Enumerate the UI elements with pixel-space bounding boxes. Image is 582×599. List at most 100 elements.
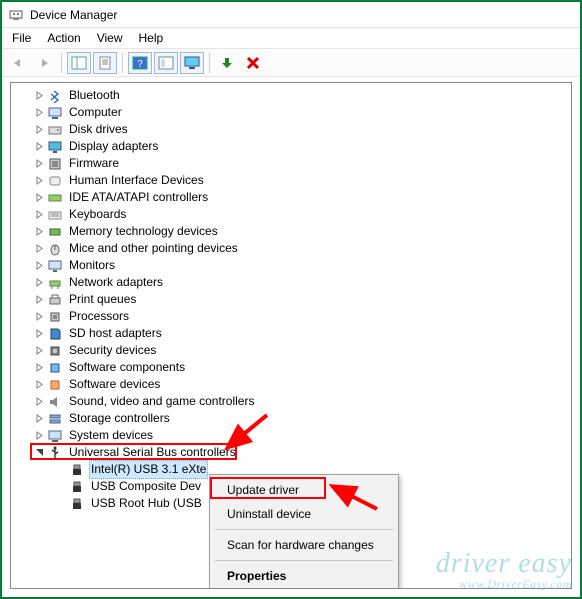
tree-item-label: Mice and other pointing devices bbox=[67, 240, 240, 257]
device-tree[interactable]: BluetoothComputerDisk drivesDisplay adap… bbox=[11, 83, 571, 516]
chevron-right-icon[interactable] bbox=[33, 141, 45, 153]
chevron-right-icon[interactable] bbox=[33, 226, 45, 238]
properties-icon[interactable] bbox=[93, 52, 117, 74]
monitor-icon[interactable] bbox=[180, 52, 204, 74]
menu-help[interactable]: Help bbox=[131, 30, 172, 46]
chevron-right-icon[interactable] bbox=[33, 311, 45, 323]
hid-icon bbox=[47, 173, 63, 189]
add-legacy-icon[interactable] bbox=[215, 52, 239, 74]
chevron-right-icon[interactable] bbox=[33, 124, 45, 136]
swdev-icon bbox=[47, 377, 63, 393]
tree-category[interactable]: Software devices bbox=[11, 376, 571, 393]
tree-category[interactable]: Storage controllers bbox=[11, 410, 571, 427]
tree-category[interactable]: Mice and other pointing devices bbox=[11, 240, 571, 257]
usbdev-icon bbox=[69, 462, 85, 478]
chevron-right-icon[interactable] bbox=[33, 430, 45, 442]
context-menu: Update driverUninstall device Scan for ha… bbox=[209, 474, 399, 589]
chevron-right-icon[interactable] bbox=[33, 243, 45, 255]
chevron-right-icon[interactable] bbox=[55, 498, 67, 510]
ide-icon bbox=[47, 190, 63, 206]
context-menu-item[interactable]: Properties bbox=[213, 564, 395, 588]
chevron-down-icon[interactable] bbox=[33, 447, 45, 459]
chevron-right-icon[interactable] bbox=[33, 192, 45, 204]
tree-item-label: Security devices bbox=[67, 342, 158, 359]
tree-category[interactable]: Display adapters bbox=[11, 138, 571, 155]
context-menu-separator bbox=[215, 529, 393, 530]
tree-category[interactable]: Disk drives bbox=[11, 121, 571, 138]
tree-category[interactable]: Network adapters bbox=[11, 274, 571, 291]
display-icon bbox=[47, 139, 63, 155]
computer-icon bbox=[47, 105, 63, 121]
chevron-right-icon[interactable] bbox=[33, 294, 45, 306]
context-menu-separator bbox=[215, 560, 393, 561]
chevron-right-icon[interactable] bbox=[33, 328, 45, 340]
tree-item-label: Memory technology devices bbox=[67, 223, 220, 240]
chevron-right-icon[interactable] bbox=[33, 277, 45, 289]
forward-icon bbox=[32, 52, 56, 74]
chevron-right-icon[interactable] bbox=[33, 396, 45, 408]
bluetooth-icon bbox=[47, 88, 63, 104]
sound-icon bbox=[47, 394, 63, 410]
chevron-right-icon[interactable] bbox=[33, 413, 45, 425]
tree-item-label: Intel(R) USB 3.1 eXte bbox=[89, 460, 208, 479]
tree-category[interactable]: Software components bbox=[11, 359, 571, 376]
menu-action[interactable]: Action bbox=[39, 30, 88, 46]
toolbar-separator bbox=[122, 53, 123, 73]
app-icon bbox=[8, 7, 24, 23]
back-icon bbox=[6, 52, 30, 74]
chevron-right-icon[interactable] bbox=[55, 464, 67, 476]
menu-bar: File Action View Help bbox=[2, 28, 580, 48]
tree-category-usb[interactable]: Universal Serial Bus controllers bbox=[11, 444, 571, 461]
context-menu-item[interactable]: Uninstall device bbox=[213, 502, 395, 526]
menu-file[interactable]: File bbox=[4, 30, 39, 46]
chevron-right-icon[interactable] bbox=[33, 362, 45, 374]
security-icon bbox=[47, 343, 63, 359]
chevron-right-icon[interactable] bbox=[33, 158, 45, 170]
tree-item-label: Print queues bbox=[67, 291, 138, 308]
tree-category[interactable]: Security devices bbox=[11, 342, 571, 359]
tree-category[interactable]: Keyboards bbox=[11, 206, 571, 223]
chevron-right-icon[interactable] bbox=[33, 209, 45, 221]
tree-item-label: Software components bbox=[67, 359, 187, 376]
tree-category[interactable]: Computer bbox=[11, 104, 571, 121]
tree-item-label: Software devices bbox=[67, 376, 162, 393]
context-menu-item[interactable]: Update driver bbox=[213, 478, 395, 502]
tree-item-label: Processors bbox=[67, 308, 131, 325]
system-icon bbox=[47, 428, 63, 444]
tree-category[interactable]: IDE ATA/ATAPI controllers bbox=[11, 189, 571, 206]
tree-item-label: Human Interface Devices bbox=[67, 172, 206, 189]
tree-category[interactable]: System devices bbox=[11, 427, 571, 444]
tree-item-label: Storage controllers bbox=[67, 410, 172, 427]
chevron-right-icon[interactable] bbox=[33, 345, 45, 357]
tree-category[interactable]: Memory technology devices bbox=[11, 223, 571, 240]
tree-item-label: USB Root Hub (USB bbox=[89, 495, 204, 512]
tree-category[interactable]: Sound, video and game controllers bbox=[11, 393, 571, 410]
tree-category[interactable]: Firmware bbox=[11, 155, 571, 172]
scan-icon[interactable] bbox=[154, 52, 178, 74]
context-menu-item[interactable]: Scan for hardware changes bbox=[213, 533, 395, 557]
tree-category[interactable]: Bluetooth bbox=[11, 87, 571, 104]
tree-item-label: Universal Serial Bus controllers bbox=[67, 444, 238, 461]
menu-view[interactable]: View bbox=[89, 30, 131, 46]
toolbar-separator bbox=[209, 53, 210, 73]
storage-icon bbox=[47, 411, 63, 427]
chevron-right-icon[interactable] bbox=[33, 107, 45, 119]
tree-category[interactable]: Human Interface Devices bbox=[11, 172, 571, 189]
chevron-right-icon[interactable] bbox=[33, 260, 45, 272]
help-icon[interactable]: ? bbox=[128, 52, 152, 74]
chevron-right-icon[interactable] bbox=[33, 90, 45, 102]
tree-category[interactable]: Processors bbox=[11, 308, 571, 325]
chevron-right-icon[interactable] bbox=[55, 481, 67, 493]
tree-category[interactable]: Monitors bbox=[11, 257, 571, 274]
show-hidden-icon[interactable] bbox=[67, 52, 91, 74]
tree-item-label: IDE ATA/ATAPI controllers bbox=[67, 189, 210, 206]
tree-item-label: USB Composite Dev bbox=[89, 478, 203, 495]
chevron-right-icon[interactable] bbox=[33, 379, 45, 391]
tree-category[interactable]: SD host adapters bbox=[11, 325, 571, 342]
tree-item-label: SD host adapters bbox=[67, 325, 164, 342]
uninstall-icon[interactable] bbox=[241, 52, 265, 74]
memory-icon bbox=[47, 224, 63, 240]
tree-category[interactable]: Print queues bbox=[11, 291, 571, 308]
chevron-right-icon[interactable] bbox=[33, 175, 45, 187]
usb-icon bbox=[47, 445, 63, 461]
